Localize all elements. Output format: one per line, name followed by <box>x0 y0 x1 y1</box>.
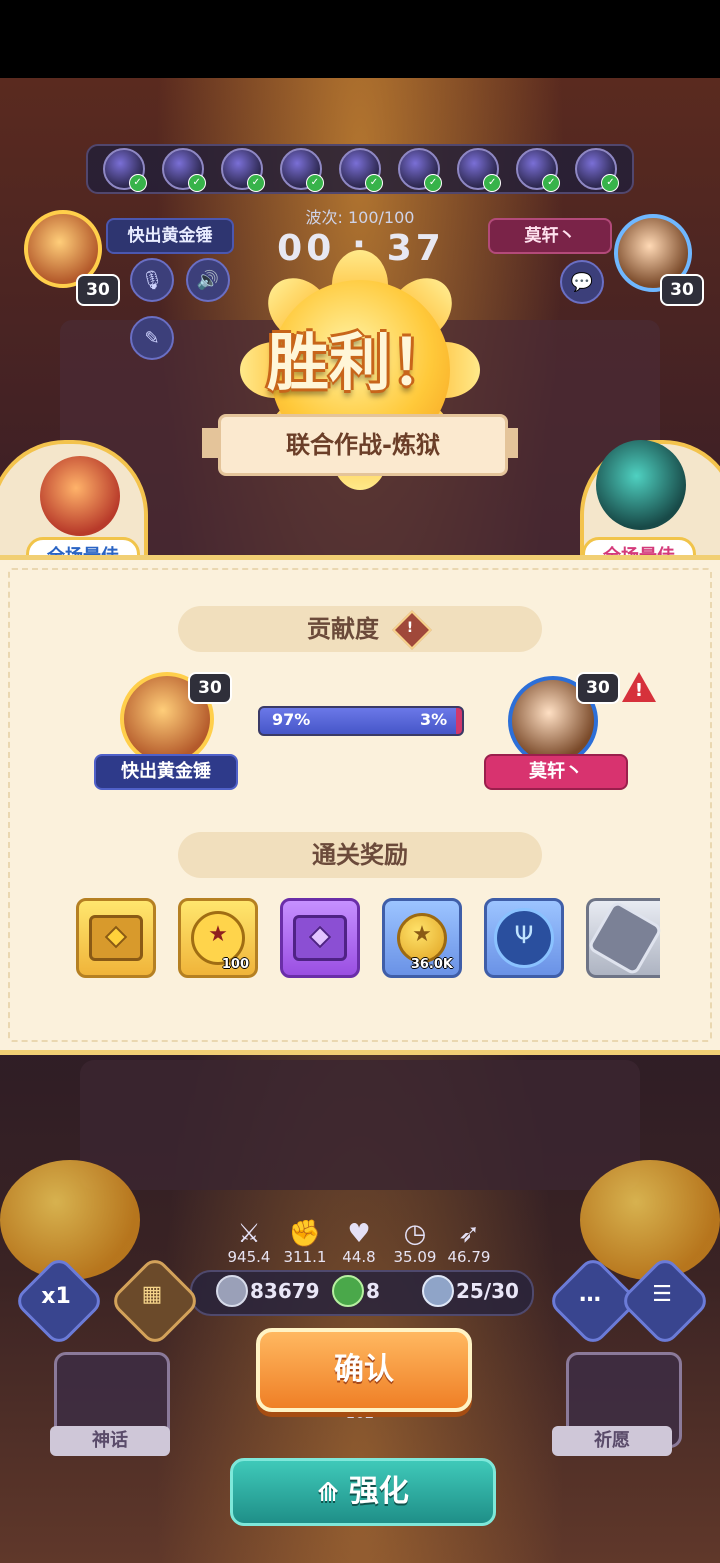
reward-qty: 36.0K <box>410 957 453 972</box>
coin-icon: ★ <box>397 913 447 963</box>
hero-slot: ✓ <box>575 148 620 192</box>
edit-icon[interactable]: ✎ <box>130 316 174 360</box>
chat-bubble-icon: … <box>579 1282 601 1307</box>
check-icon: ✓ <box>364 174 383 192</box>
upgrade-button[interactable]: ⟰ 强化 <box>230 1458 496 1526</box>
contribution-left-percent: 97% <box>272 710 311 729</box>
unit-count: 25/30 <box>456 1279 519 1303</box>
clover-icon <box>332 1275 364 1307</box>
hero-slot: ✓ <box>279 148 324 192</box>
reward-gold-chest[interactable] <box>76 898 156 978</box>
mythic-label: 神话 <box>50 1426 170 1456</box>
reward-purple-chest[interactable] <box>280 898 360 978</box>
reward-qty: 100 <box>221 957 249 972</box>
trident-emblem-icon: Ψ <box>494 908 554 968</box>
contribution-right-percent: 3% <box>420 710 448 729</box>
hero-slot: ✓ <box>516 148 561 192</box>
warning-mark: ! <box>634 680 644 701</box>
hero-lineup: ✓ ✓ ✓ ✓ ✓ ✓ ✓ ✓ ✓ <box>86 144 634 194</box>
wave-counter: 波次: 100/100 <box>305 208 415 227</box>
check-icon: ✓ <box>483 174 502 192</box>
player-left-name: 快出黄金锤 <box>106 218 234 254</box>
victory-title: 胜利！ <box>266 326 453 399</box>
coin-pile-left <box>0 1160 140 1280</box>
hero-slot: ✓ <box>102 148 147 192</box>
rewards-title: 通关奖励 <box>178 832 542 878</box>
grid-icon: ▦ <box>141 1282 163 1307</box>
upgrade-arrow-icon: ⟰ <box>317 1478 339 1508</box>
mode-ribbon: 联合作战-炼狱 <box>218 414 508 476</box>
reward-silver-emblem[interactable] <box>586 898 663 978</box>
reward-trident-emblem[interactable]: Ψ <box>484 898 564 978</box>
menu-icon: ☰ <box>652 1282 672 1307</box>
game-board <box>80 1060 640 1190</box>
best-player-right-hero <box>596 440 686 530</box>
player-right-level: 30 <box>660 274 704 306</box>
gold-chest-icon <box>89 915 143 961</box>
reward-coin[interactable]: ★ 36.0K <box>382 898 462 978</box>
silver-coin-icon <box>216 1275 248 1307</box>
check-icon: ✓ <box>424 174 443 192</box>
best-player-left-hero <box>40 456 120 536</box>
unit-icon <box>422 1275 454 1307</box>
check-icon: ✓ <box>187 174 206 192</box>
silver-emblem-icon <box>586 899 663 977</box>
status-bar <box>0 0 720 78</box>
wish-label: 祈愿 <box>552 1426 672 1456</box>
player-left-level: 30 <box>76 274 120 306</box>
check-icon: ✓ <box>542 174 561 192</box>
check-icon: ✓ <box>601 174 620 192</box>
player-right-name: 莫轩丶 <box>488 218 612 254</box>
confirm-button[interactable]: 确认 <box>256 1328 472 1412</box>
contrib-left-name: 快出黄金锤 <box>94 754 238 790</box>
contribution-fill-right <box>455 708 462 734</box>
check-icon: ✓ <box>305 174 324 192</box>
chat-icon[interactable]: 💬 <box>560 260 604 304</box>
reward-key[interactable]: ★ 100 <box>178 898 258 978</box>
check-icon: ✓ <box>246 174 265 192</box>
silver-amount: 83679 <box>250 1279 320 1303</box>
purple-chest-icon <box>293 915 347 961</box>
hero-slot: ✓ <box>161 148 206 192</box>
clover-amount: 8 <box>366 1279 380 1303</box>
speaker-off-icon[interactable]: 🔊 <box>186 258 230 302</box>
mic-off-icon[interactable]: 🎙 <box>130 258 174 302</box>
stat-range: ➶ 46.79 <box>434 1220 504 1266</box>
hero-slot: ✓ <box>220 148 265 192</box>
contrib-left-level: 30 <box>188 672 232 704</box>
bow-icon: ➶ <box>458 1219 480 1249</box>
exclamation-icon: ! <box>406 620 414 636</box>
hero-slot: ✓ <box>338 148 383 192</box>
hero-slot: ✓ <box>457 148 502 192</box>
contribution-title: 贡献度 <box>307 615 379 643</box>
check-icon: ✓ <box>128 174 147 192</box>
contribution-header: 贡献度 <box>178 606 542 652</box>
contrib-right-name: 莫轩丶 <box>484 754 628 790</box>
hero-slot: ✓ <box>398 148 443 192</box>
speed-label: x1 <box>41 1284 71 1309</box>
contrib-right-level: 30 <box>576 672 620 704</box>
